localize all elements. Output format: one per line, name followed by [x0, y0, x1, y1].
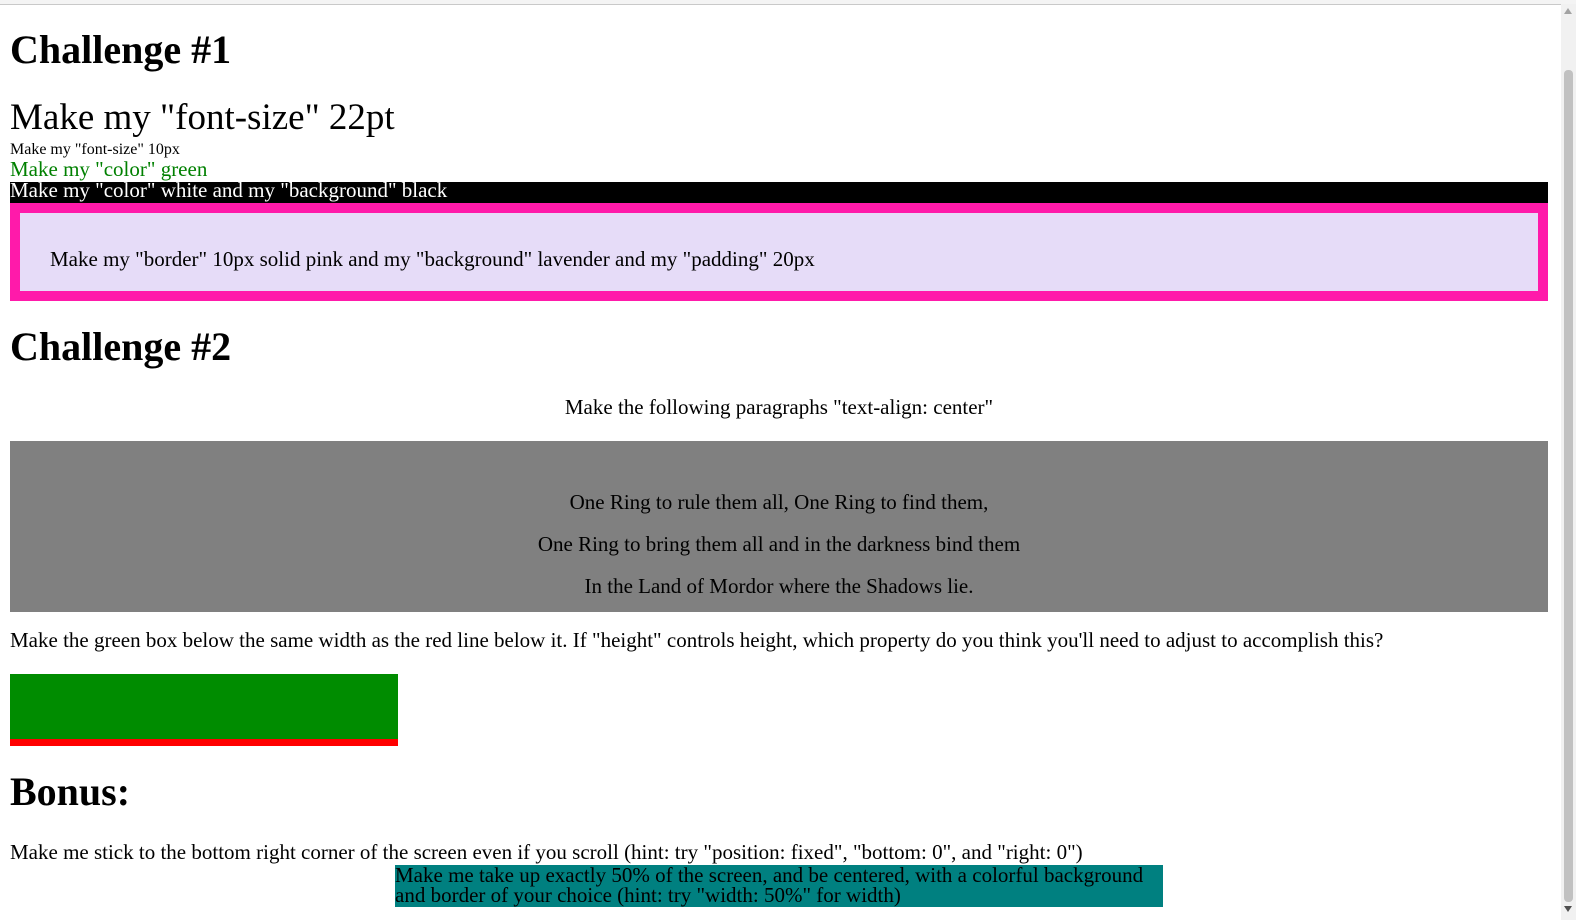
challenge-1-heading: Challenge #1: [10, 27, 232, 72]
stick-bottom-right-paragraph: Make me stick to the bottom right corner…: [10, 840, 1083, 864]
ring-verse-line: One Ring to rule them all, One Ring to f…: [569, 490, 989, 514]
scroll-down-arrow-icon[interactable]: [1564, 906, 1572, 912]
ring-verse-grey-box: One Ring to rule them all, One Ring to f…: [10, 441, 1548, 612]
scroll-up-arrow-icon[interactable]: [1564, 8, 1572, 14]
green-color-paragraph: Make my "color" green: [10, 157, 208, 181]
white-on-black-paragraph: Make my "color" white and my "background…: [10, 180, 1548, 203]
ring-verse-line: One Ring to bring them all and in the da…: [537, 532, 1021, 556]
pink-border-box-text: Make my "border" 10px solid pink and my …: [50, 247, 815, 271]
vertical-scrollbar[interactable]: [1561, 4, 1576, 920]
font-size-22pt-paragraph: Make my "font-size" 22pt: [10, 97, 395, 138]
center-instruction-paragraph: Make the following paragraphs "text-alig…: [564, 395, 994, 419]
green-box: [10, 674, 398, 739]
pink-border-lavender-box: Make my "border" 10px solid pink and my …: [10, 203, 1548, 301]
challenge-2-heading: Challenge #2: [10, 324, 232, 369]
ring-verse-line: In the Land of Mordor where the Shadows …: [584, 574, 974, 598]
teal-centered-box: Make me take up exactly 50% of the scree…: [395, 865, 1163, 907]
red-line: [10, 739, 398, 746]
bonus-heading: Bonus:: [10, 769, 131, 814]
browser-top-border: [0, 0, 1576, 5]
width-instruction-paragraph: Make the green box below the same width …: [10, 628, 1384, 652]
scrollbar-thumb[interactable]: [1564, 70, 1573, 902]
